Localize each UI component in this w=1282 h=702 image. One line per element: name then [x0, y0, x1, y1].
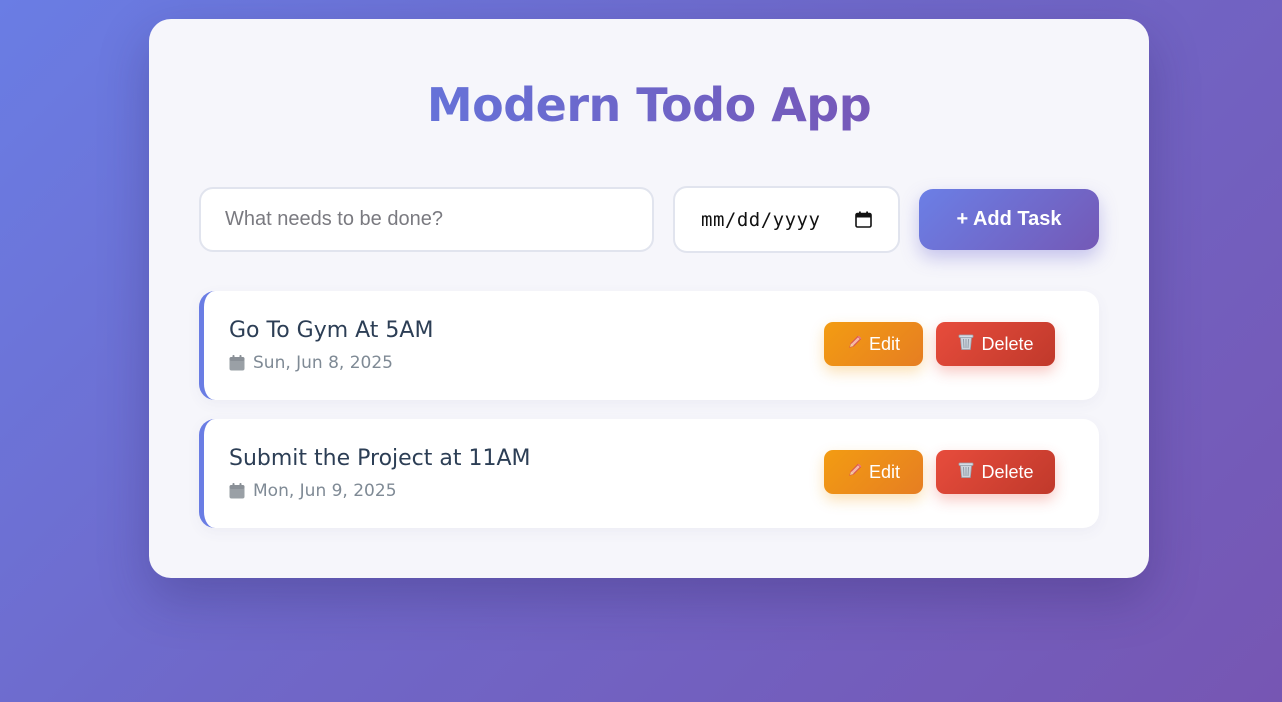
calendar-icon — [229, 355, 245, 371]
add-task-label: + Add Task — [956, 208, 1062, 230]
task-item: Submit the Project at 11AM Mon, Jun 9, 2… — [199, 419, 1099, 528]
delete-label: Delete — [981, 333, 1034, 354]
date-placeholder: mm/dd/yyyy — [701, 208, 821, 231]
task-input[interactable] — [199, 187, 654, 252]
delete-label: Delete — [981, 461, 1034, 482]
task-title: Submit the Project at 11AM — [229, 446, 531, 471]
todo-card: Modern Todo App mm/dd/yyyy + Add Task Go… — [149, 19, 1149, 578]
calendar-picker-icon[interactable] — [855, 211, 872, 228]
task-item: Go To Gym At 5AM Sun, Jun 8, 2025 Edit D… — [199, 291, 1099, 400]
delete-button[interactable]: Delete — [936, 322, 1055, 366]
pencil-icon — [847, 334, 863, 354]
edit-label: Edit — [868, 333, 901, 354]
wastebasket-icon — [957, 333, 975, 355]
delete-button[interactable]: Delete — [936, 450, 1055, 494]
edit-button[interactable]: Edit — [824, 322, 923, 366]
date-input[interactable]: mm/dd/yyyy — [673, 186, 900, 253]
edit-button[interactable]: Edit — [824, 450, 923, 494]
wastebasket-icon — [957, 461, 975, 483]
task-date: Sun, Jun 8, 2025 — [229, 353, 393, 373]
edit-label: Edit — [868, 461, 901, 482]
pencil-icon — [847, 462, 863, 482]
task-date-text: Sun, Jun 8, 2025 — [253, 353, 394, 373]
task-date-text: Mon, Jun 9, 2025 — [253, 481, 397, 501]
app-title: Modern Todo App — [149, 75, 1149, 135]
calendar-icon — [229, 483, 245, 499]
task-list: Go To Gym At 5AM Sun, Jun 8, 2025 Edit D… — [199, 291, 1099, 547]
app-title-text: Modern Todo App — [426, 78, 872, 132]
add-task-button[interactable]: + Add Task — [919, 189, 1099, 250]
task-date: Mon, Jun 9, 2025 — [229, 481, 397, 501]
task-title: Go To Gym At 5AM — [229, 318, 434, 343]
